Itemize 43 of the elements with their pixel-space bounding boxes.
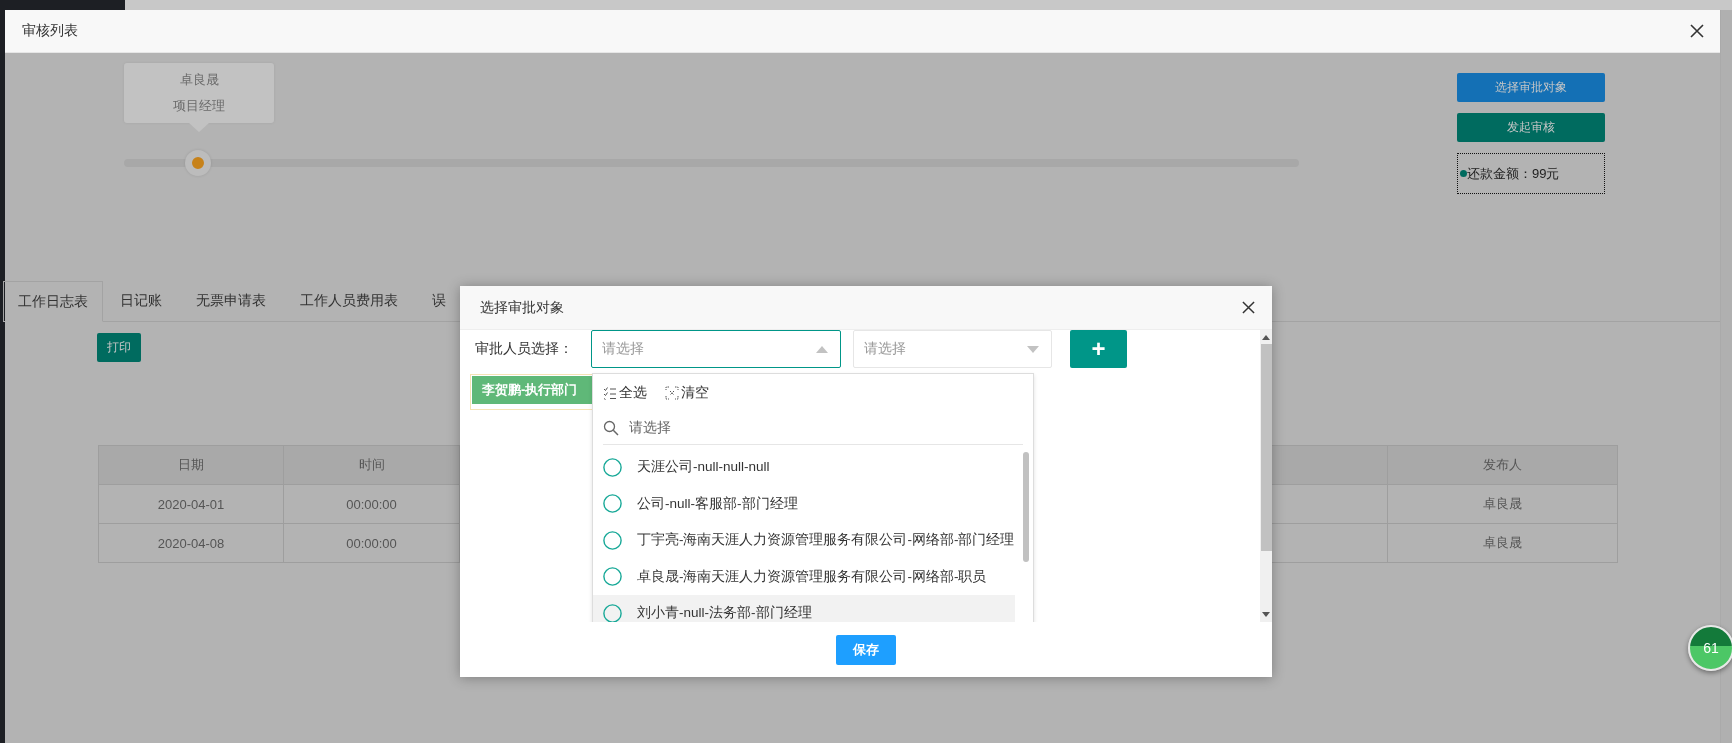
table-cell: 2020-04-01 [99, 485, 284, 524]
scrollbar[interactable] [1260, 330, 1272, 622]
clear-link[interactable]: 清空 [665, 384, 709, 402]
tab[interactable]: 工作日志表 [3, 281, 103, 322]
tab[interactable]: 无票申请表 [179, 281, 283, 321]
list-check-icon [603, 386, 617, 400]
approver-name: 卓良晟 [179, 71, 219, 89]
dialog-title: 选择审批对象 [480, 298, 564, 317]
bullet-icon [1460, 170, 1467, 177]
amount-text: 还款金额：99元 [1467, 164, 1560, 183]
window-title: 审核列表 [22, 22, 78, 40]
scrollbar-thumb[interactable] [1023, 452, 1029, 562]
search-field[interactable]: 请选择 [603, 412, 1023, 445]
tab[interactable]: 日记账 [103, 281, 179, 321]
option-item[interactable]: 丁宇亮-海南天涯人力资源管理服务有限公司-网络部-部门经理 [603, 522, 1015, 559]
caret-icon [1027, 345, 1039, 353]
caret-icon [816, 345, 828, 353]
tab[interactable]: 工作人员费用表 [283, 281, 415, 321]
table-cell: 2020-04-08 [99, 524, 284, 563]
clear-icon [665, 386, 679, 400]
add-button[interactable]: + [1070, 330, 1127, 368]
action-button[interactable]: 发起审核 [1457, 113, 1605, 142]
column-header: 发布人 [1388, 446, 1618, 485]
approver-role: 项目经理 [173, 97, 225, 115]
column-header: 时间 [284, 446, 460, 485]
table-cell: 卓良晟 [1388, 524, 1618, 563]
scroll-down-icon[interactable] [1262, 612, 1270, 618]
tab[interactable]: 误 [415, 281, 463, 321]
option-item[interactable]: 刘小青-null-法务部-部门经理 [593, 595, 1015, 622]
option-item[interactable]: 公司-null-客服部-部门经理 [603, 485, 1015, 522]
option-item[interactable]: 卓良晟-海南天涯人力资源管理服务有限公司-网络部-职员 [603, 558, 1015, 595]
scroll-up-icon[interactable] [1262, 334, 1270, 340]
column-header: 日期 [99, 446, 284, 485]
print-button[interactable]: 打印 [97, 333, 141, 362]
scrollbar-thumb[interactable] [1260, 344, 1272, 551]
close-icon[interactable] [1690, 24, 1704, 38]
slider-thumb[interactable] [185, 150, 211, 176]
field-label: 审批人员选择： [475, 340, 574, 358]
close-icon[interactable] [1242, 301, 1255, 314]
action-button[interactable]: 选择审批对象 [1457, 73, 1605, 102]
table-cell: 卓良晟 [1388, 485, 1618, 524]
option-item[interactable]: 天涯公司-null-null-null [603, 449, 1015, 486]
search-icon [603, 420, 619, 436]
